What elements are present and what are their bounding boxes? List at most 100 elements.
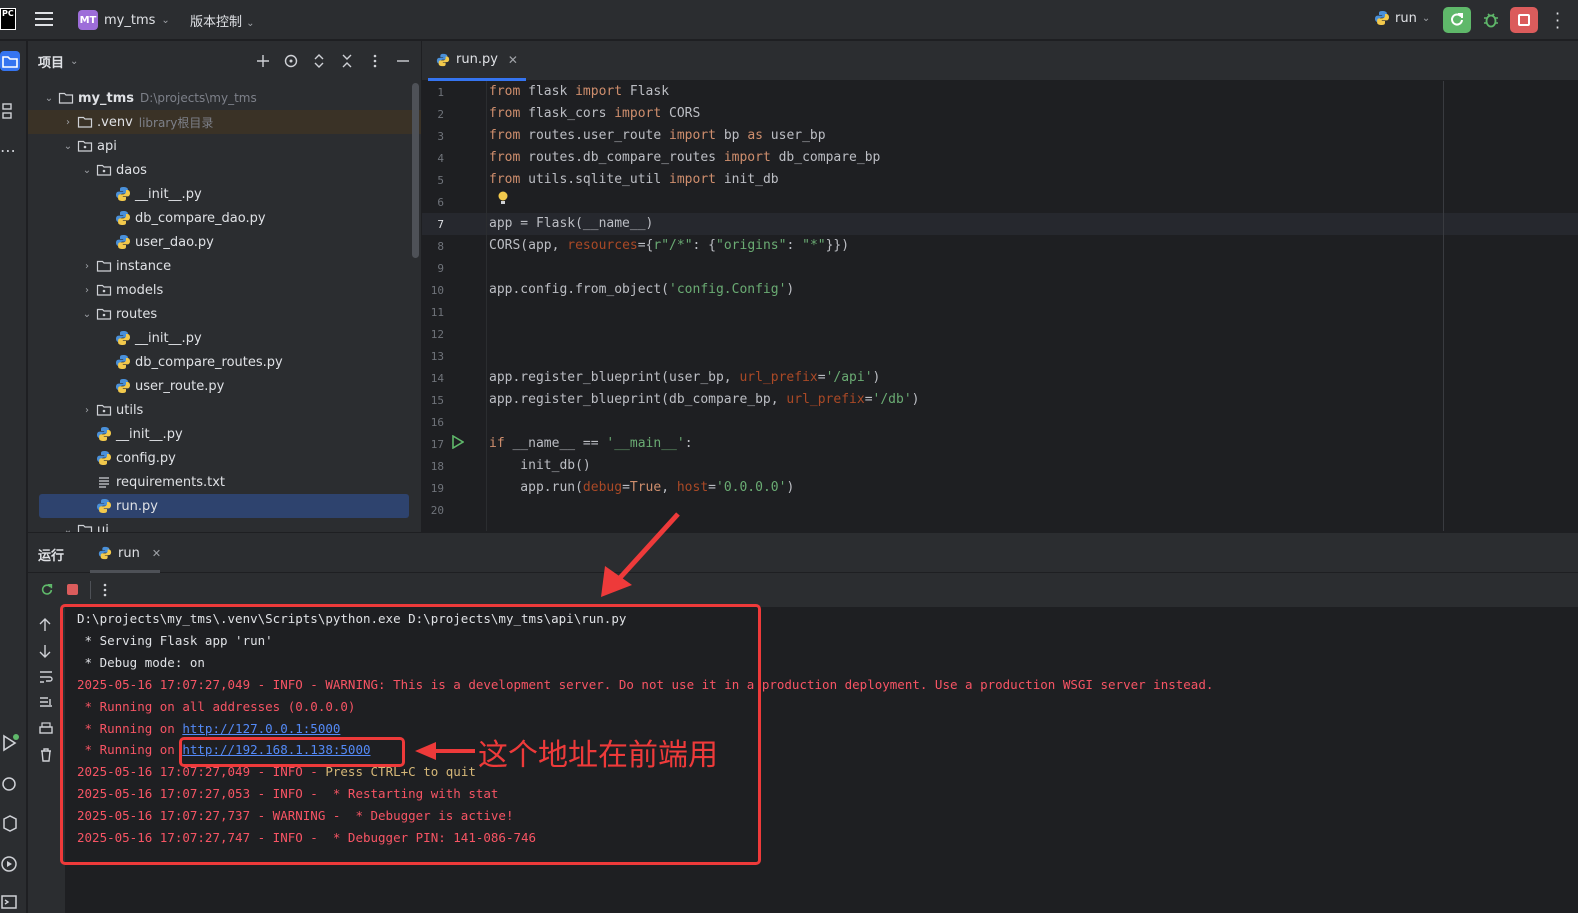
tree-item-label: my_tms bbox=[78, 90, 135, 106]
right-margin-guide bbox=[1443, 81, 1444, 531]
package-icon bbox=[94, 306, 116, 322]
line-number: 13 bbox=[430, 350, 444, 363]
structure-tool-icon[interactable] bbox=[0, 101, 20, 121]
main-menu-icon[interactable] bbox=[35, 12, 53, 28]
tree-item-label: api bbox=[97, 138, 117, 154]
line-number: 17 bbox=[430, 438, 444, 451]
project-scrollbar[interactable] bbox=[412, 83, 419, 258]
stop-icon[interactable] bbox=[67, 584, 78, 595]
folder-icon bbox=[75, 114, 97, 130]
close-run-tab-icon[interactable]: ✕ bbox=[152, 547, 161, 560]
chevron-down-icon[interactable]: ⌄ bbox=[42, 93, 56, 104]
pycharm-logo: PC bbox=[0, 8, 16, 30]
services-icon[interactable] bbox=[0, 814, 20, 834]
expand-all-icon[interactable] bbox=[311, 53, 327, 69]
services-run-icon[interactable] bbox=[0, 854, 20, 874]
line-number: 14 bbox=[430, 372, 444, 385]
tree-item[interactable]: ⌄ my_tms D:\projects\my_tms bbox=[28, 86, 421, 110]
project-panel-title[interactable]: 项目 bbox=[38, 52, 64, 71]
tree-item[interactable]: user_route.py bbox=[28, 374, 421, 398]
project-tree: ⌄ my_tms D:\projects\my_tms › .venv library根目… bbox=[28, 86, 421, 532]
tree-item[interactable]: › models bbox=[28, 278, 421, 302]
code-line: from utils.sqlite_util import init_db bbox=[489, 172, 779, 187]
tree-item[interactable]: config.py bbox=[28, 446, 421, 470]
collapse-all-icon[interactable] bbox=[339, 53, 355, 69]
vcs-menu[interactable]: 版本控制 ⌄ bbox=[190, 11, 255, 30]
chevron-down-icon[interactable]: ⌄ bbox=[80, 165, 94, 176]
tree-item[interactable]: ⌄ ui bbox=[28, 518, 421, 532]
tree-item[interactable]: › instance bbox=[28, 254, 421, 278]
stop-button[interactable] bbox=[1510, 7, 1538, 33]
scroll-to-end-icon[interactable] bbox=[38, 695, 54, 711]
tree-item[interactable]: › .venv library根目录 bbox=[28, 110, 421, 134]
tree-item[interactable]: ⌄ daos bbox=[28, 158, 421, 182]
lightbulb-icon[interactable] bbox=[497, 191, 509, 205]
arrow-down-icon[interactable] bbox=[38, 643, 52, 659]
print-icon[interactable] bbox=[38, 721, 54, 737]
tree-item-label: config.py bbox=[116, 450, 176, 466]
code-editor[interactable]: 1 2 3 4 5 6 7 8 9 10 11 12 13 14 15 16 17 18 19 20 from fla… bbox=[422, 81, 1578, 531]
locate-file-icon[interactable] bbox=[283, 53, 299, 69]
folder-icon bbox=[75, 522, 97, 532]
more-tools-icon[interactable]: ⋯ bbox=[0, 141, 20, 161]
tree-item-label: daos bbox=[116, 162, 147, 178]
line-number: 18 bbox=[430, 460, 444, 473]
chevron-down-icon[interactable]: ⌄ bbox=[80, 309, 94, 320]
run-config-selector[interactable]: run ⌄ bbox=[1374, 10, 1430, 26]
line-number: 8 bbox=[437, 240, 444, 253]
tree-item[interactable]: __init__.py bbox=[28, 422, 421, 446]
chevron-down-icon[interactable]: ⌄ bbox=[70, 56, 78, 67]
python-file-icon bbox=[436, 53, 450, 66]
chevron-down-icon: ⌄ bbox=[246, 18, 255, 29]
gutter-divider bbox=[486, 81, 487, 531]
chevron-down-icon[interactable]: ⌄ bbox=[61, 525, 75, 533]
tree-item[interactable]: requirements.txt bbox=[28, 470, 421, 494]
tree-item-label: db_compare_routes.py bbox=[135, 354, 283, 370]
tree-item[interactable]: db_compare_routes.py bbox=[28, 350, 421, 374]
hide-panel-icon[interactable] bbox=[395, 53, 411, 69]
rerun-button[interactable] bbox=[1443, 7, 1471, 33]
run-tab[interactable]: run ✕ bbox=[90, 533, 169, 573]
debug-icon[interactable] bbox=[1481, 10, 1501, 30]
tree-item[interactable]: ⌄ routes bbox=[28, 302, 421, 326]
new-file-icon[interactable] bbox=[255, 53, 271, 69]
toolbar-divider bbox=[90, 581, 91, 599]
python-file-icon bbox=[113, 330, 135, 346]
terminal-icon[interactable] bbox=[0, 892, 20, 912]
tree-item[interactable]: run.py bbox=[39, 494, 409, 518]
chevron-right-icon[interactable]: › bbox=[80, 405, 94, 416]
run-gutter-icon[interactable] bbox=[452, 435, 464, 449]
tab-run-py[interactable]: run.py ✕ bbox=[428, 41, 526, 81]
chevron-down-icon[interactable]: ⌄ bbox=[61, 141, 75, 152]
chevron-right-icon[interactable]: › bbox=[80, 285, 94, 296]
project-switcher[interactable]: MT my_tms ⌄ bbox=[78, 9, 170, 31]
project-tool-icon[interactable] bbox=[0, 51, 20, 71]
more-options-icon[interactable] bbox=[102, 583, 108, 597]
run-tool-icon[interactable] bbox=[0, 733, 20, 753]
python-file-icon bbox=[94, 498, 116, 514]
chevron-right-icon[interactable]: › bbox=[80, 261, 94, 272]
package-icon bbox=[94, 402, 116, 418]
line-number: 12 bbox=[430, 328, 444, 341]
tree-item[interactable]: __init__.py bbox=[28, 182, 421, 206]
python-run-icon bbox=[98, 546, 112, 560]
tree-item-label: __init__.py bbox=[135, 330, 202, 346]
chevron-right-icon[interactable]: › bbox=[61, 117, 75, 128]
tree-item[interactable]: user_dao.py bbox=[28, 230, 421, 254]
trash-icon[interactable] bbox=[38, 747, 54, 763]
tree-item[interactable]: __init__.py bbox=[28, 326, 421, 350]
close-tab-icon[interactable]: ✕ bbox=[508, 53, 518, 67]
package-icon bbox=[94, 282, 116, 298]
tree-item[interactable]: ⌄ api bbox=[28, 134, 421, 158]
vcs-label: 版本控制 bbox=[190, 15, 243, 30]
arrow-up-icon[interactable] bbox=[38, 617, 52, 633]
soft-wrap-icon[interactable] bbox=[38, 669, 54, 685]
title-bar: PC MT my_tms ⌄ 版本控制 ⌄ run ⌄ · · · bbox=[0, 0, 1578, 40]
options-icon[interactable] bbox=[367, 53, 383, 69]
more-actions-icon[interactable]: · · · bbox=[1555, 6, 1561, 36]
rerun-icon[interactable] bbox=[40, 583, 54, 597]
tree-item[interactable]: db_compare_dao.py bbox=[28, 206, 421, 230]
python-packages-icon[interactable] bbox=[0, 774, 20, 794]
tree-item[interactable]: › utils bbox=[28, 398, 421, 422]
line-number: 11 bbox=[430, 306, 444, 319]
